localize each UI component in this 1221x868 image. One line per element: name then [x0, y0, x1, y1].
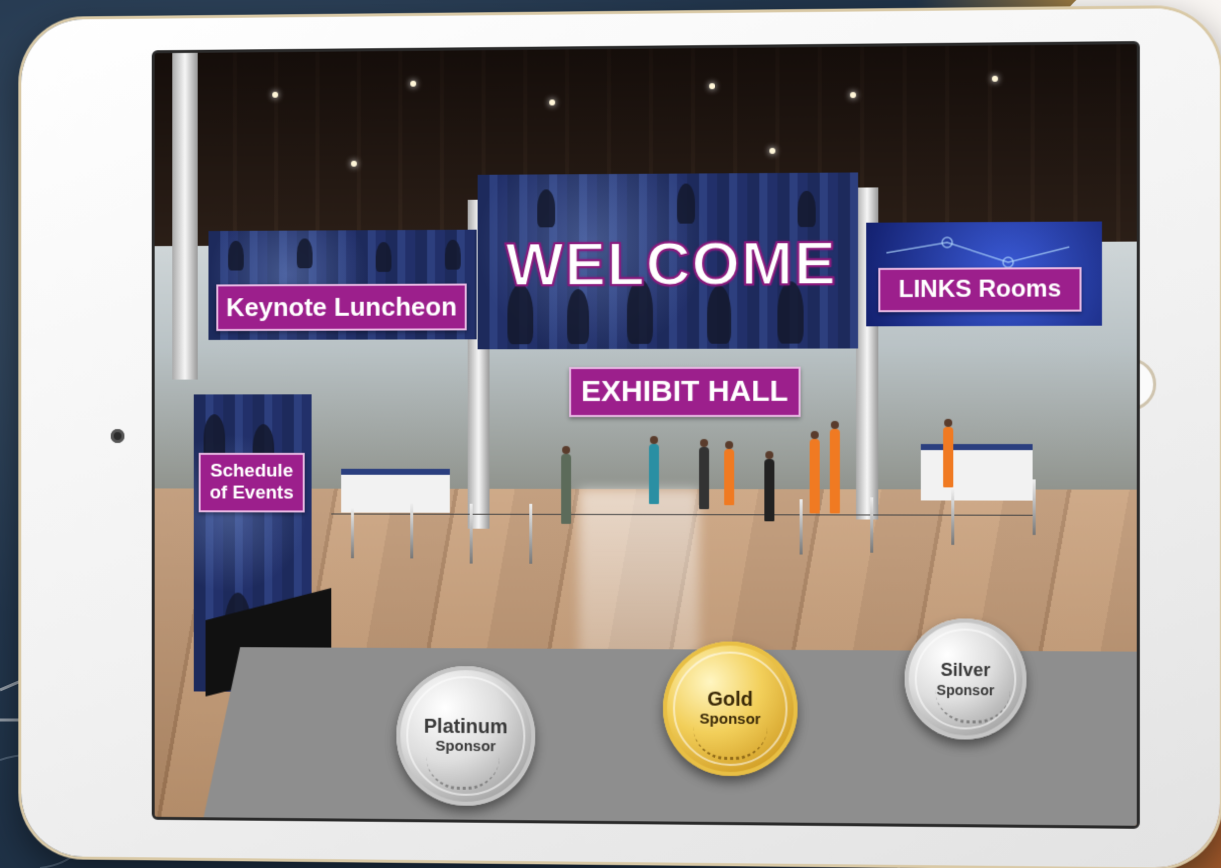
registration-counter: [341, 468, 450, 513]
keynote-luncheon-link[interactable]: Keynote Luncheon: [216, 283, 467, 332]
exhibit-hall-link[interactable]: EXHIBIT HALL: [569, 366, 801, 418]
attendee: [561, 453, 572, 524]
medal-label: Sponsor: [435, 737, 496, 756]
registration-counter: [920, 444, 1033, 501]
attendee: [699, 447, 710, 510]
queue-post: [1032, 479, 1036, 535]
pillar: [172, 52, 198, 380]
attendee: [648, 444, 659, 505]
welcome-title: WELCOME: [504, 228, 837, 300]
queue-post: [870, 497, 874, 553]
queue-post: [799, 499, 803, 555]
links-rooms-link[interactable]: LINKS Rooms: [878, 267, 1082, 313]
staff-member: [809, 439, 820, 514]
schedule-of-events-link[interactable]: Schedule of Events: [198, 452, 305, 513]
staff-member: [829, 428, 840, 514]
medal-tier: Gold: [707, 688, 754, 711]
medal-tier: Silver: [940, 659, 991, 681]
queue-post: [529, 503, 533, 564]
silver-sponsor-medal[interactable]: Silver Sponsor: [904, 618, 1027, 740]
platinum-sponsor-medal[interactable]: Platinum Sponsor: [396, 665, 536, 807]
camera-icon: [110, 429, 125, 443]
staff-member: [724, 449, 735, 506]
virtual-lobby-screen: WELCOME Keynote Luncheon LINKS Rooms EXH…: [151, 41, 1140, 829]
queue-post: [410, 503, 414, 559]
welcome-board[interactable]: WELCOME: [477, 172, 859, 350]
attendee: [764, 459, 775, 522]
tablet-device: WELCOME Keynote Luncheon LINKS Rooms EXH…: [21, 7, 1220, 868]
staff-member: [943, 426, 954, 488]
queue-post: [469, 503, 473, 564]
queue-post: [350, 508, 354, 559]
medal-tier: Platinum: [423, 715, 508, 739]
queue-post: [951, 489, 955, 545]
gold-sponsor-medal[interactable]: Gold Sponsor: [662, 641, 798, 777]
